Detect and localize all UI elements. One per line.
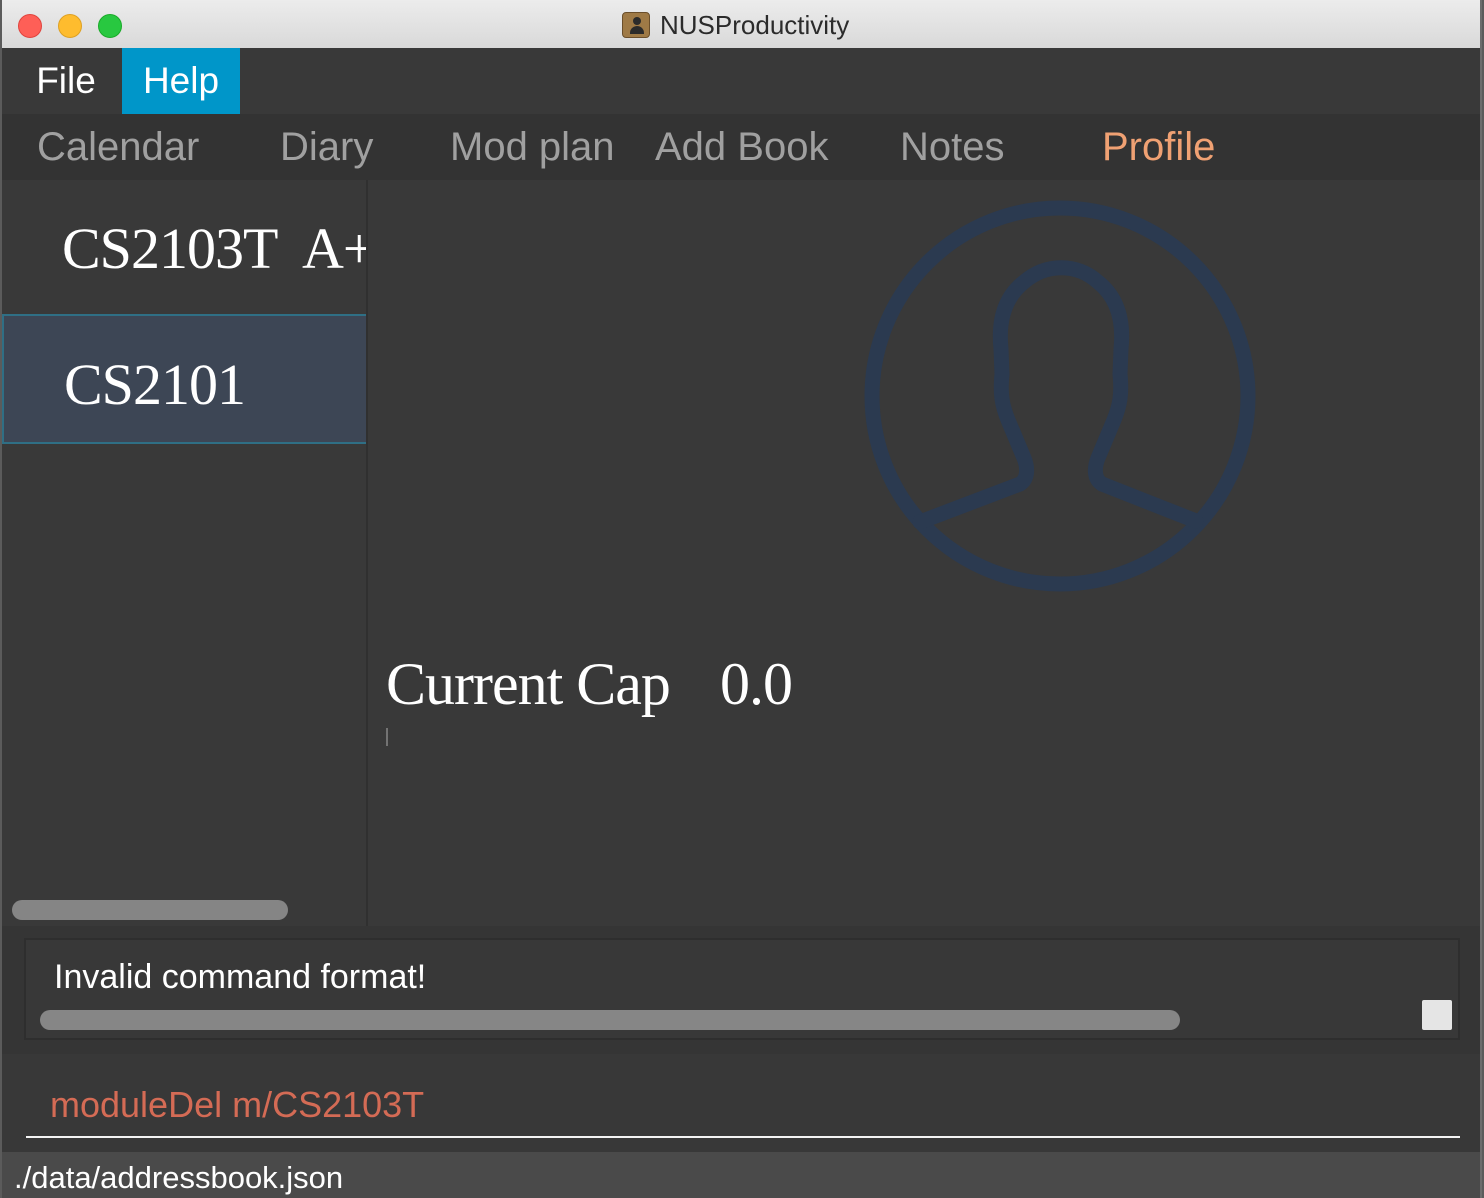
module-grade: A+ — [302, 216, 368, 281]
module-code: CS2103T — [62, 216, 278, 281]
result-horizontal-scrollbar[interactable] — [40, 1010, 1180, 1030]
tab-profile[interactable]: Profile — [1102, 114, 1215, 180]
command-box-container — [2, 1054, 1482, 1152]
profile-panel: Current Cap 0.0 — [368, 180, 1482, 926]
module-list-item[interactable]: CS2103T A+ — [2, 180, 366, 310]
window-edge — [1480, 0, 1482, 1198]
result-display: Invalid command format! — [24, 938, 1460, 1040]
text-caret — [386, 728, 388, 746]
save-location-path: ./data/addressbook.json — [14, 1160, 344, 1195]
app-window: NUSProductivity File Help Calendar Diary… — [2, 0, 1482, 1198]
current-cap-label: Current Cap — [386, 651, 671, 717]
command-input[interactable] — [26, 1074, 1460, 1138]
window-title-group: NUSProductivity — [622, 10, 849, 40]
tab-notes[interactable]: Notes — [900, 114, 1005, 180]
tab-mod-plan[interactable]: Mod plan — [450, 114, 615, 180]
tab-calendar[interactable]: Calendar — [37, 114, 199, 180]
menu-help[interactable]: Help — [122, 48, 240, 114]
minimize-button[interactable] — [58, 14, 82, 38]
module-list-horizontal-scrollbar[interactable] — [12, 900, 288, 920]
result-message: Invalid command format! — [54, 958, 427, 996]
module-list[interactable]: CS2103T A+ CS2101 — [2, 180, 368, 926]
title-bar[interactable]: NUSProductivity — [2, 0, 1482, 49]
status-bar: ./data/addressbook.json — [2, 1152, 1482, 1198]
result-display-container: Invalid command format! — [2, 926, 1482, 1054]
tab-add-book[interactable]: Add Book — [655, 114, 828, 180]
menu-file[interactable]: File — [2, 48, 122, 114]
main-content: CS2103T A+ CS2101 Current Cap 0.0 — [2, 180, 1482, 926]
menu-bar: File Help — [2, 48, 1482, 114]
contacts-app-icon — [622, 12, 650, 38]
tab-diary[interactable]: Diary — [280, 114, 373, 180]
person-silhouette-icon — [864, 200, 1256, 592]
tab-bar: Calendar Diary Mod plan Add Book Notes P… — [2, 114, 1482, 180]
zoom-button[interactable] — [98, 14, 122, 38]
close-button[interactable] — [18, 14, 42, 38]
scrollbar-corner — [1422, 1000, 1452, 1030]
current-cap-value: 0.0 — [720, 651, 793, 717]
module-code: CS2101 — [64, 352, 246, 417]
window-title: NUSProductivity — [660, 9, 850, 40]
module-list-item-selected[interactable]: CS2101 — [2, 314, 366, 444]
